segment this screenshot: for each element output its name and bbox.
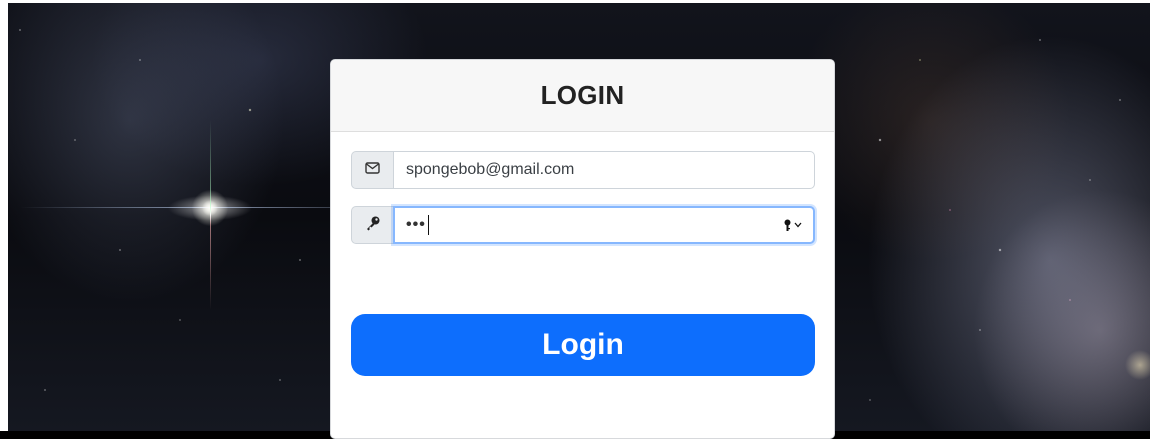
password-field[interactable]: ••• bbox=[393, 206, 815, 244]
star-flare-vertical bbox=[210, 120, 211, 310]
key-icon bbox=[365, 215, 381, 236]
login-button[interactable]: Login bbox=[351, 314, 815, 376]
email-value: spongebob@gmail.com bbox=[406, 161, 575, 178]
password-input-group: ••• bbox=[351, 206, 815, 244]
password-masked-value: ••• bbox=[406, 216, 426, 233]
login-title: LOGIN bbox=[540, 80, 625, 110]
password-addon bbox=[351, 206, 393, 244]
login-card: LOGIN spongebob@gmail.com ••• Login bbox=[330, 59, 835, 439]
email-input-group: spongebob@gmail.com bbox=[351, 151, 815, 189]
text-caret bbox=[427, 215, 429, 235]
password-key-dropdown-icon[interactable] bbox=[783, 219, 802, 232]
page-edge-top bbox=[0, 0, 1150, 3]
email-addon bbox=[351, 151, 393, 189]
email-field[interactable]: spongebob@gmail.com bbox=[393, 151, 815, 189]
page-edge-left bbox=[0, 0, 8, 431]
envelope-icon bbox=[365, 161, 380, 179]
login-card-header: LOGIN bbox=[331, 60, 834, 132]
